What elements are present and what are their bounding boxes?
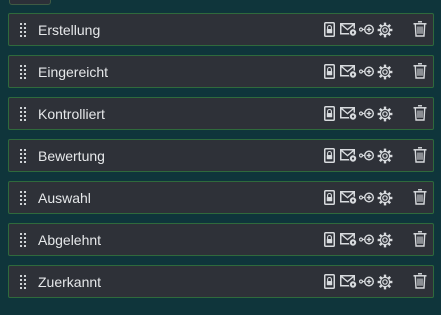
gear-icon[interactable] — [377, 232, 393, 248]
lock-icon[interactable] — [324, 148, 335, 163]
stage-label: Bewertung — [38, 147, 105, 164]
stage-actions — [324, 190, 393, 206]
drag-handle-icon[interactable] — [9, 106, 37, 121]
trash-icon[interactable] — [413, 105, 427, 121]
stage-row[interactable]: Zuerkannt — [8, 265, 434, 298]
workflow-icon[interactable] — [359, 234, 375, 245]
lock-icon[interactable] — [324, 232, 335, 247]
workflow-icon[interactable] — [359, 192, 375, 203]
gear-icon[interactable] — [377, 190, 393, 206]
lock-icon[interactable] — [324, 190, 335, 205]
collapsed-header-tab — [9, 0, 51, 5]
drag-handle-icon[interactable] — [9, 22, 37, 37]
stage-label: Erstellung — [38, 21, 101, 38]
stage-row[interactable]: Kontrolliert — [8, 97, 434, 130]
trash-icon[interactable] — [413, 63, 427, 79]
stage-label: Abgelehnt — [38, 231, 102, 248]
stage-label: Auswahl — [38, 189, 91, 206]
drag-handle-icon[interactable] — [9, 190, 37, 205]
mail-settings-icon[interactable] — [340, 22, 358, 37]
stage-actions — [324, 232, 393, 248]
mail-settings-icon[interactable] — [340, 148, 358, 163]
trash-icon[interactable] — [413, 147, 427, 163]
gear-icon[interactable] — [377, 64, 393, 80]
mail-settings-icon[interactable] — [340, 64, 358, 79]
workflow-icon[interactable] — [359, 150, 375, 161]
stage-label: Zuerkannt — [38, 273, 102, 290]
stage-actions — [324, 64, 393, 80]
drag-handle-icon[interactable] — [9, 64, 37, 79]
drag-handle-icon[interactable] — [9, 232, 37, 247]
mail-settings-icon[interactable] — [340, 274, 358, 289]
mail-settings-icon[interactable] — [340, 232, 358, 247]
drag-handle-icon[interactable] — [9, 274, 37, 289]
lock-icon[interactable] — [324, 106, 335, 121]
gear-icon[interactable] — [377, 22, 393, 38]
stage-row[interactable]: Auswahl — [8, 181, 434, 214]
gear-icon[interactable] — [377, 274, 393, 290]
workflow-stage-list: Erstellung Eingereicht Kontrolliert Bewe… — [8, 13, 434, 307]
stage-actions — [324, 22, 393, 38]
mail-settings-icon[interactable] — [340, 106, 358, 121]
stage-actions — [324, 148, 393, 164]
stage-actions — [324, 106, 393, 122]
trash-icon[interactable] — [413, 21, 427, 37]
trash-icon[interactable] — [413, 189, 427, 205]
stage-label: Kontrolliert — [38, 105, 105, 122]
stage-row[interactable]: Bewertung — [8, 139, 434, 172]
lock-icon[interactable] — [324, 274, 335, 289]
stage-row[interactable]: Eingereicht — [8, 55, 434, 88]
gear-icon[interactable] — [377, 148, 393, 164]
mail-settings-icon[interactable] — [340, 190, 358, 205]
stage-label: Eingereicht — [38, 63, 109, 80]
drag-handle-icon[interactable] — [9, 148, 37, 163]
workflow-icon[interactable] — [359, 24, 375, 35]
stage-row[interactable]: Erstellung — [8, 13, 434, 46]
trash-icon[interactable] — [413, 231, 427, 247]
lock-icon[interactable] — [324, 22, 335, 37]
workflow-icon[interactable] — [359, 276, 375, 287]
lock-icon[interactable] — [324, 64, 335, 79]
workflow-icon[interactable] — [359, 108, 375, 119]
workflow-icon[interactable] — [359, 66, 375, 77]
stage-actions — [324, 274, 393, 290]
gear-icon[interactable] — [377, 106, 393, 122]
trash-icon[interactable] — [413, 273, 427, 289]
stage-row[interactable]: Abgelehnt — [8, 223, 434, 256]
